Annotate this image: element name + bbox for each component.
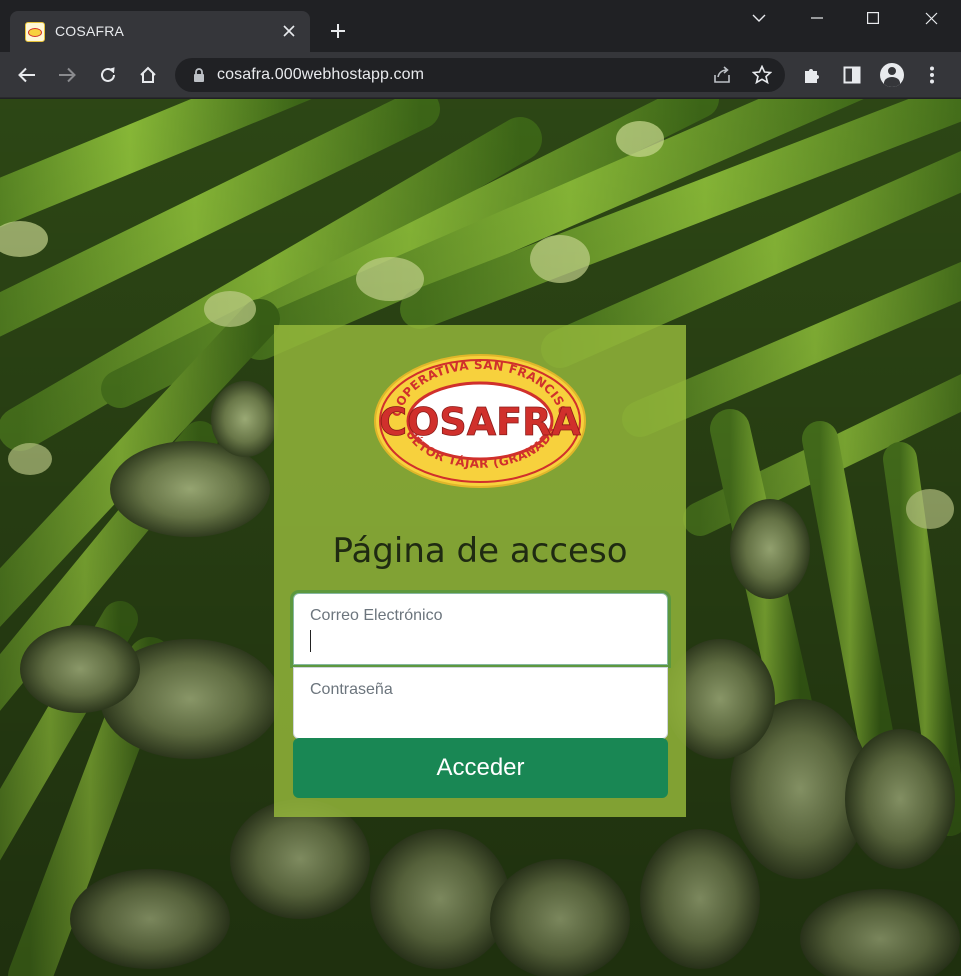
login-submit-button[interactable]: Acceder [293,738,668,798]
login-card: COOPERATIVA SAN FRANCISCO HUÉTOR TÁJAR (… [274,325,686,817]
svg-text:COSAFRA: COSAFRA [379,400,581,444]
cosafra-logo: COOPERATIVA SAN FRANCISCO HUÉTOR TÁJAR (… [369,342,586,489]
back-arrow-icon[interactable] [12,60,42,90]
tab-search-chevron-icon[interactable] [736,0,782,36]
side-panel-icon[interactable] [837,60,867,90]
maximize-icon[interactable] [850,0,896,36]
home-icon[interactable] [133,60,163,90]
password-field-label: Contraseña [310,681,393,698]
email-field[interactable]: Correo Electrónico [293,593,668,665]
text-cursor [310,630,311,652]
close-tab-icon[interactable] [278,20,300,42]
browser-toolbar: cosafra.000webhostapp.com [0,52,961,98]
page-title: Página de acceso [332,531,628,571]
menu-kebab-icon[interactable] [917,60,947,90]
page-viewport: COOPERATIVA SAN FRANCISCO HUÉTOR TÁJAR (… [0,99,961,976]
extensions-puzzle-icon[interactable] [797,60,827,90]
profile-avatar-icon[interactable] [877,60,907,90]
minimize-icon[interactable] [794,0,840,36]
browser-titlebar: COSAFRA [0,0,961,52]
forward-arrow-icon[interactable] [52,60,82,90]
bookmark-star-icon[interactable] [750,63,774,87]
address-bar[interactable]: cosafra.000webhostapp.com [175,58,785,92]
browser-tab[interactable]: COSAFRA [10,11,310,52]
close-window-icon[interactable] [908,0,954,36]
reload-icon[interactable] [93,60,123,90]
lock-icon[interactable] [191,67,207,83]
share-icon[interactable] [710,63,734,87]
tab-title: COSAFRA [55,23,125,39]
site-favicon-icon [25,22,45,42]
url-text[interactable]: cosafra.000webhostapp.com [217,66,424,84]
password-field[interactable]: Contraseña [293,667,668,739]
email-field-label: Correo Electrónico [310,607,443,624]
new-tab-icon[interactable] [325,18,351,44]
